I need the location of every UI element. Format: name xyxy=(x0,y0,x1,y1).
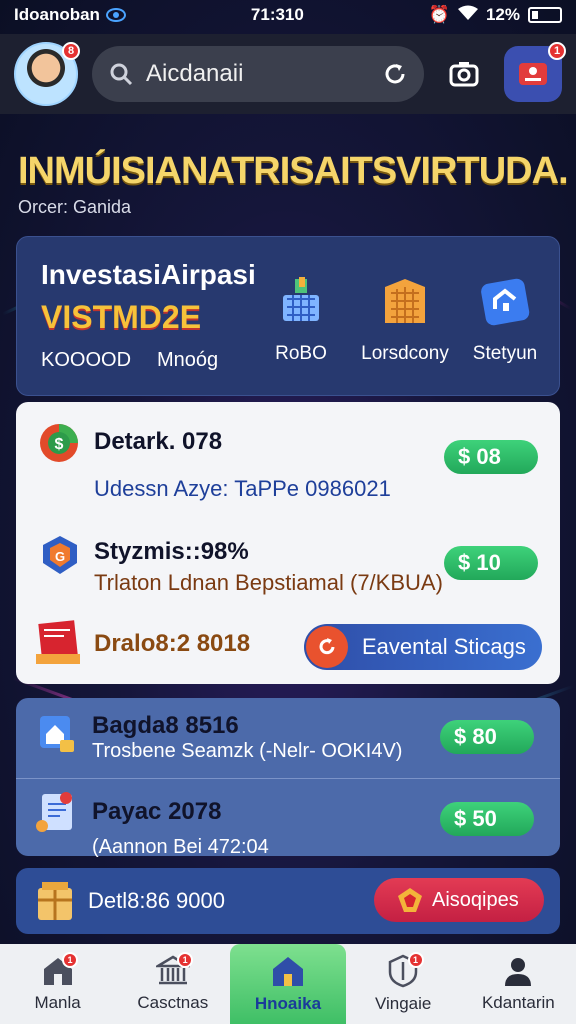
search-icon xyxy=(110,63,133,86)
category-label: Lorsdcony xyxy=(361,343,449,364)
status-bar: Idoanoban 71:310 ⏰ 12% xyxy=(0,0,576,30)
avatar[interactable]: 8 xyxy=(14,42,80,106)
search-bar[interactable]: Aicdanaii xyxy=(92,46,424,102)
camera-icon xyxy=(449,62,479,87)
clock: 71:310 xyxy=(250,5,304,24)
search-input[interactable]: Aicdanaii xyxy=(146,60,370,88)
page-title: INMÚISIANATRISAITSVIRTUDA. xyxy=(18,150,569,192)
shield-icon: G xyxy=(43,536,77,574)
transaction-card: Bagda8 8516 Trosbene Seamzk (-Nelr- OOKI… xyxy=(16,698,560,858)
refresh-icon[interactable] xyxy=(382,61,408,87)
nav-badge: 1 xyxy=(407,952,424,968)
svg-text:G: G xyxy=(55,549,65,564)
item-subtitle: Udessn Azye: TaPPe 0986021 xyxy=(94,476,391,501)
top-bar: 8 Aicdanaii 1 xyxy=(0,34,576,114)
svg-text:$: $ xyxy=(55,436,64,453)
home-icon xyxy=(272,957,303,986)
wifi-icon xyxy=(457,5,478,26)
category-label: RoBO xyxy=(275,343,327,364)
item-subtitle: Trlaton Ldnan Bepstiamal (7/KBUA) xyxy=(94,570,443,595)
nav-item-hnoaika[interactable]: Hnoaika xyxy=(230,944,346,1024)
item-subtitle: Trosbene Seamzk (-Nelr- OOKI4V) xyxy=(92,740,403,762)
refresh-icon xyxy=(306,626,348,668)
investment-title: InvestasiAirpasi xyxy=(41,259,256,290)
event-button[interactable]: Eavental Sticags xyxy=(304,624,542,670)
investment-promo: VISTMD2E xyxy=(41,299,202,335)
bottom-nav: 1 Manla 1 Casctnas Hnoaika 1 Vingaie Kda… xyxy=(0,944,576,1024)
amount-badge[interactable]: $ 10 xyxy=(444,546,538,580)
event-button-label: Eavental Sticags xyxy=(362,634,526,659)
battery-percent: 12% xyxy=(485,5,520,24)
item-title: Bagda8 8516 xyxy=(92,712,239,739)
treasure-icon xyxy=(38,882,72,920)
divider xyxy=(16,778,560,779)
item-title: Detl8:86 9000 xyxy=(88,888,225,913)
basket-icon xyxy=(283,277,319,321)
battery-icon xyxy=(528,7,562,23)
nav-item-vingaie[interactable]: 1 Vingaie xyxy=(346,944,461,1024)
item-title: Styzmis::98% xyxy=(94,538,249,565)
action-button[interactable]: Aisoqipes xyxy=(374,878,544,922)
carrier-label: Idoanoban xyxy=(14,5,100,24)
coin-icon xyxy=(398,888,422,912)
user-card-icon xyxy=(519,63,547,85)
camera-button[interactable] xyxy=(438,48,490,100)
item-title: Dralo8:2 8018 xyxy=(94,630,251,657)
nav-label: Casctnas xyxy=(137,993,209,1012)
notification-badge: 1 xyxy=(548,42,566,60)
item-title: Payac 2078 xyxy=(92,798,222,825)
nav-badge: 1 xyxy=(177,952,194,968)
home-card-icon xyxy=(40,716,74,752)
page-subtitle: Orcer: Ganida xyxy=(18,197,132,217)
nav-label: Vingaie xyxy=(374,994,432,1013)
item-subtitle: (Aannon Bei 472:04 xyxy=(92,836,269,858)
nav-item-kdantarin[interactable]: Kdantarin xyxy=(461,944,576,1024)
amount-badge[interactable]: $ 80 xyxy=(440,720,534,754)
investment-code: KOOOOD xyxy=(41,349,132,371)
avatar-badge: 8 xyxy=(62,42,80,60)
category-label: Stetyun xyxy=(472,343,538,364)
investment-panel: InvestasiAirpasi VISTMD2E KOOOOD Mnoóg R… xyxy=(16,236,560,396)
list-item[interactable]: Detl8:86 9000 Aisoqipes xyxy=(16,868,560,934)
item-title: Detark. 078 xyxy=(94,428,223,455)
house-icon xyxy=(481,278,530,326)
investment-menu[interactable]: Mnoóg xyxy=(157,349,218,372)
notification-button[interactable]: 1 xyxy=(504,42,566,102)
action-button-label: Aisoqipes xyxy=(432,888,519,911)
transaction-card: $ Detark. 078 Udessn Azye: TaPPe 0986021… xyxy=(16,402,560,684)
nav-item-manla[interactable]: 1 Manla xyxy=(0,944,115,1024)
user-icon xyxy=(505,958,532,986)
amount-badge[interactable]: $ 08 xyxy=(444,440,538,474)
building-icon xyxy=(385,279,425,323)
dollar-circle-icon: $ xyxy=(40,424,78,462)
nav-label: Kdantarin xyxy=(481,993,555,1012)
eye-icon xyxy=(105,8,126,22)
nav-label: Manla xyxy=(34,993,81,1012)
nav-badge: 1 xyxy=(62,952,78,968)
document-icon xyxy=(36,792,72,832)
amount-badge[interactable]: $ 50 xyxy=(440,802,534,836)
gift-box-icon xyxy=(36,620,80,664)
nav-label: Hnoaika xyxy=(254,994,322,1013)
alarm-icon: ⏰ xyxy=(428,5,450,24)
category-robo[interactable]: RoBO xyxy=(251,273,351,365)
category-stetyun[interactable]: Stetyun xyxy=(455,273,555,365)
category-lorsdcony[interactable]: Lorsdcony xyxy=(355,273,455,365)
nav-item-casctnas[interactable]: 1 Casctnas xyxy=(115,944,230,1024)
